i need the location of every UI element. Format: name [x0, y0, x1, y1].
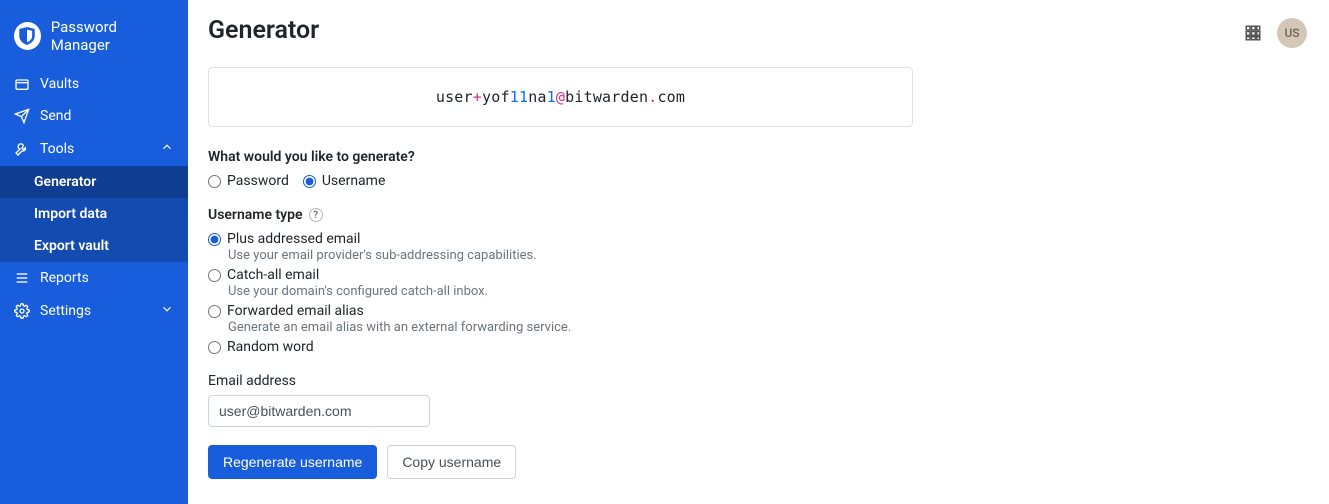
username-type-list: Plus addressed email Use your email prov… — [208, 231, 1309, 355]
gen-seg-num: 1 — [547, 88, 556, 106]
sidebar-item-label: Send — [40, 108, 71, 124]
nav2: Reports Settings — [0, 262, 188, 328]
sidebar-item-reports[interactable]: Reports — [0, 262, 188, 294]
option-label: Catch-all email — [227, 267, 319, 283]
brand: Password Manager — [0, 0, 188, 68]
gen-seg: bitwarden — [565, 88, 648, 106]
sidebar-item-send[interactable]: Send — [0, 100, 188, 132]
generated-output: user+yof11na1@bitwarden.com — [208, 67, 913, 127]
avatar[interactable]: US — [1277, 18, 1307, 48]
radio-username-input[interactable] — [303, 175, 316, 188]
gen-seg: user — [436, 88, 473, 106]
option-label: Random word — [227, 339, 314, 355]
gear-icon — [14, 303, 30, 319]
app-grid-icon[interactable] — [1243, 23, 1263, 43]
sidebar-sub-generator[interactable]: Generator — [0, 166, 188, 198]
radio-password-input[interactable] — [208, 175, 221, 188]
tools-icon — [14, 141, 30, 157]
nav-tools-sub: Generator Import data Export vault — [0, 166, 188, 262]
sidebar-item-label: Tools — [40, 141, 74, 157]
regenerate-button[interactable]: Regenerate username — [208, 445, 377, 479]
radio-label: Password — [227, 173, 289, 189]
brand-name: Password Manager — [51, 18, 174, 54]
gen-seg: com — [657, 88, 685, 106]
vault-icon — [14, 76, 30, 92]
chevron-up-icon — [160, 140, 174, 158]
generate-type-prompt: What would you like to generate? — [208, 149, 1309, 165]
username-type-label: Username type ? — [208, 207, 1309, 223]
sidebar-item-vaults[interactable]: Vaults — [0, 68, 188, 100]
sidebar-item-label: Settings — [40, 303, 91, 319]
option-catch-all-input[interactable] — [208, 269, 221, 282]
option-desc: Use your domain's configured catch-all i… — [228, 284, 1309, 299]
page-title: Generator — [208, 16, 1309, 45]
copy-button[interactable]: Copy username — [387, 445, 516, 479]
sidebar: Password Manager Vaults Send Tools — [0, 0, 188, 504]
sidebar-sub-export[interactable]: Export vault — [0, 230, 188, 262]
sidebar-item-settings[interactable]: Settings — [0, 294, 188, 328]
sidebar-item-label: Reports — [40, 270, 89, 286]
sidebar-item-tools[interactable]: Tools — [0, 132, 188, 166]
send-icon — [14, 108, 30, 124]
gen-seg-plus: + — [473, 88, 482, 106]
topbar: US — [1243, 18, 1307, 48]
option-desc: Generate an email alias with an external… — [228, 320, 1309, 335]
sidebar-item-label: Vaults — [40, 76, 79, 92]
option-forwarded-alias-input[interactable] — [208, 305, 221, 318]
nav: Vaults Send Tools — [0, 68, 188, 166]
reports-icon — [14, 270, 30, 286]
option-label: Plus addressed email — [227, 231, 360, 247]
radio-label: Username — [322, 173, 386, 189]
generate-type-options: Password Username — [208, 173, 1309, 189]
option-catch-all[interactable]: Catch-all email — [208, 267, 1309, 283]
gen-seg-num: 11 — [510, 88, 528, 106]
gen-seg: yof — [482, 88, 510, 106]
option-plus-addressed[interactable]: Plus addressed email — [208, 231, 1309, 247]
radio-username[interactable]: Username — [303, 173, 386, 189]
sidebar-sub-import[interactable]: Import data — [0, 198, 188, 230]
option-random-word[interactable]: Random word — [208, 339, 1309, 355]
email-field[interactable] — [208, 395, 430, 427]
option-desc: Use your email provider's sub-addressing… — [228, 248, 1309, 263]
option-plus-addressed-input[interactable] — [208, 233, 221, 246]
gen-seg-at: @ — [556, 88, 565, 106]
option-forwarded-alias[interactable]: Forwarded email alias — [208, 303, 1309, 319]
option-label: Forwarded email alias — [227, 303, 364, 319]
brand-logo-icon — [14, 22, 41, 50]
main: US Generator user+yof11na1@bitwarden.com… — [188, 0, 1329, 504]
chevron-down-icon — [160, 302, 174, 320]
button-row: Regenerate username Copy username — [208, 445, 1309, 479]
email-field-label: Email address — [208, 373, 1309, 389]
gen-seg: na — [528, 88, 546, 106]
radio-password[interactable]: Password — [208, 173, 289, 189]
help-icon[interactable]: ? — [309, 208, 323, 222]
option-random-word-input[interactable] — [208, 341, 221, 354]
